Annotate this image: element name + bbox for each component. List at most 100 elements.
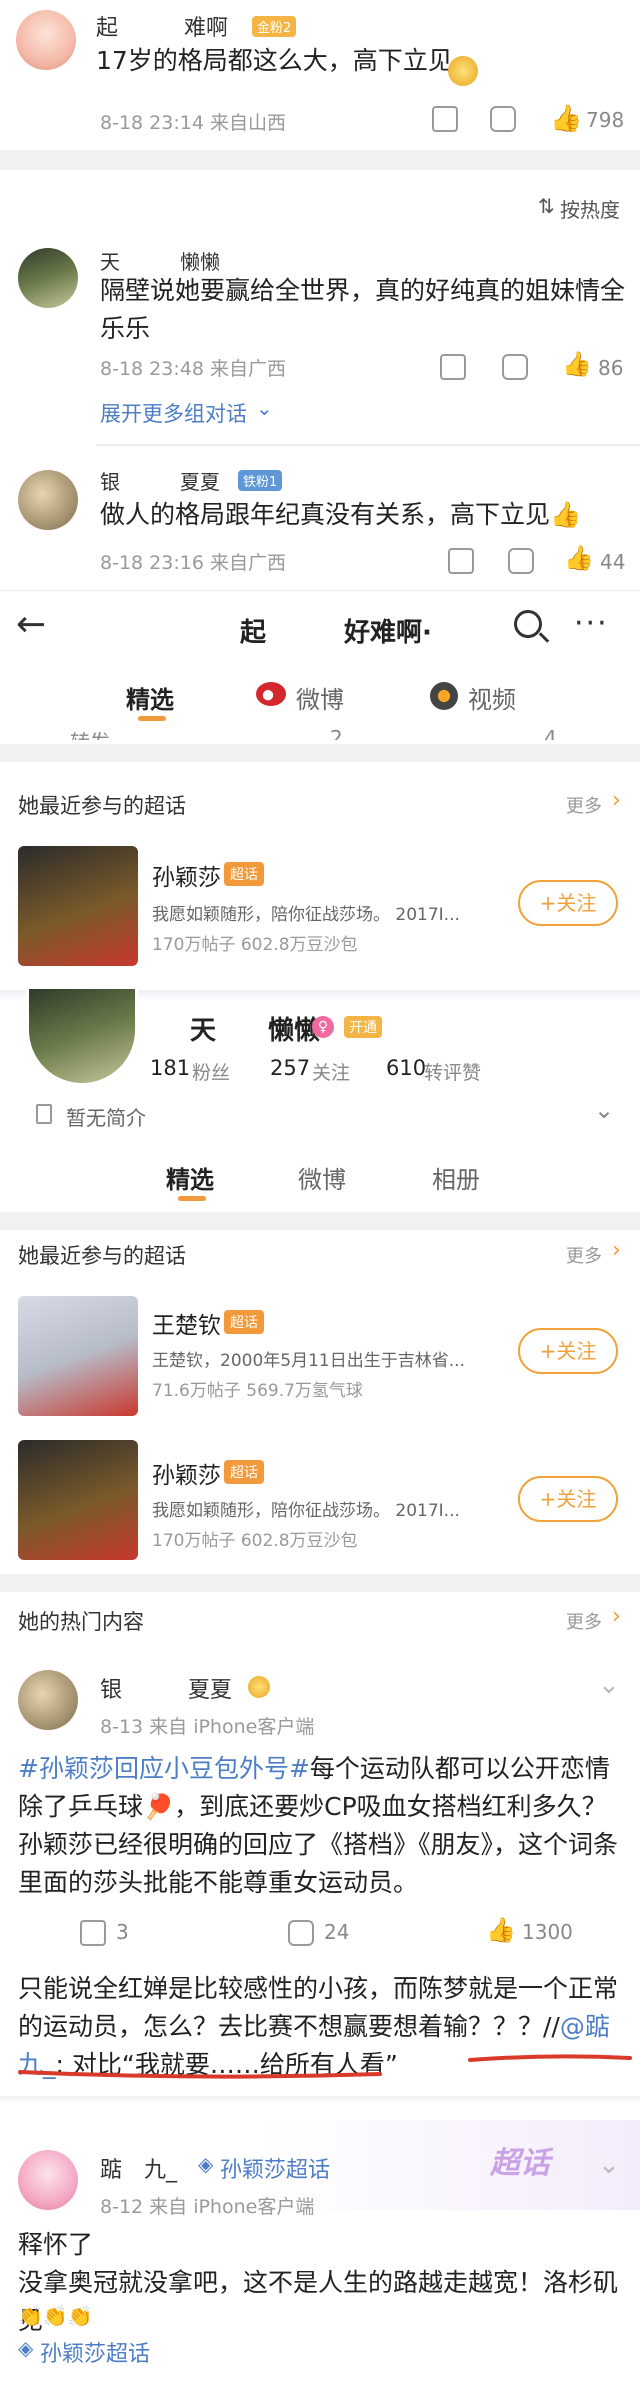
female-icon: ♀: [312, 1016, 334, 1038]
interactions-count[interactable]: 610: [386, 1056, 426, 1080]
avatar[interactable]: [18, 248, 78, 308]
comment-icon[interactable]: [490, 106, 516, 132]
avatar[interactable]: [16, 10, 76, 70]
gold-coin-icon: [448, 56, 478, 86]
tab-active-indicator: [178, 1196, 206, 1201]
interactions-label: 转评赞: [424, 1062, 482, 1084]
supertopic-link[interactable]: 孙颖莎超话: [40, 2336, 150, 2368]
topic-cover[interactable]: [18, 1296, 138, 1416]
gold-coin-icon: [248, 1676, 270, 1698]
like-icon[interactable]: 👍: [562, 350, 592, 378]
supertopic-icon: ◈: [198, 2152, 214, 2176]
repost-icon[interactable]: [80, 1920, 106, 1946]
red-underline: [18, 2054, 632, 2079]
chevron-down-icon[interactable]: ⌄: [598, 2150, 620, 2180]
follow-button[interactable]: +关注: [518, 880, 618, 926]
divider: [0, 744, 640, 762]
supertopic-link[interactable]: 孙颖莎超话: [220, 2152, 330, 2184]
more-link[interactable]: 更多: [566, 1242, 602, 1268]
like-icon[interactable]: 👍: [564, 544, 594, 572]
partial-repost: 转发: [70, 726, 110, 740]
tab-active-indicator: [138, 716, 166, 721]
vip-badge[interactable]: 开通: [344, 1016, 382, 1038]
topic-cover[interactable]: [18, 1440, 138, 1560]
post-text: #孙颖莎回应小豆包外号#每个运动队都可以公开恋情除了乒乓球🏓，到底还要炒CP吸血…: [18, 1750, 624, 1902]
post-line-1: 释怀了: [18, 2230, 94, 2259]
comment-icon[interactable]: [502, 354, 528, 380]
section-title: 她的热门内容: [18, 1610, 144, 1634]
divider: [0, 2096, 640, 2104]
share-icon[interactable]: [440, 354, 466, 380]
follow-button[interactable]: +关注: [518, 1328, 618, 1374]
more-link[interactable]: 更多: [566, 1608, 602, 1634]
comment-icon[interactable]: [508, 548, 534, 574]
hashtag-link[interactable]: #孙颖莎回应小豆包外号#: [18, 1754, 310, 1783]
topic-tag: 超话: [224, 1460, 264, 1484]
partial-likes: 4: [544, 726, 557, 740]
topic-name[interactable]: 孙颖莎: [152, 858, 221, 892]
tab-album[interactable]: 相册: [432, 1160, 480, 1195]
comment-text: 做人的格局跟年纪真没有关系，高下立见👍: [100, 500, 582, 529]
repost-count: 3: [116, 1920, 129, 1944]
like-count: 44: [600, 550, 626, 574]
topic-tag: 超话: [224, 862, 264, 886]
avatar[interactable]: [18, 2150, 78, 2210]
chevron-right-icon[interactable]: ›: [612, 1604, 621, 1629]
comment-text: 隔壁说她要赢给全世界，真的好纯真的姐妹情全乐乐: [100, 276, 626, 343]
divider: [0, 150, 640, 170]
like-icon[interactable]: 👍: [550, 104, 582, 134]
post-author[interactable]: 起 难啊: [96, 10, 228, 42]
quote-body: 只能说全红婵是比较感性的小孩，而陈梦就是一个正常的运动员，怎么？去比赛不想赢要想…: [18, 1974, 619, 2041]
tab-weibo[interactable]: 微博: [296, 680, 344, 715]
post-author[interactable]: 踮 九_: [100, 2152, 177, 2184]
avatar[interactable]: [26, 986, 138, 1086]
topic-stats: 170万帖子 602.8万豆沙包: [152, 1531, 358, 1551]
profile-name: 天 懒懒: [190, 1016, 321, 1046]
avatar[interactable]: [18, 1670, 78, 1730]
more-icon[interactable]: ···: [574, 606, 609, 641]
expand-replies-link[interactable]: 展开更多组对话: [100, 398, 247, 428]
avatar[interactable]: [18, 470, 78, 530]
chevron-down-icon[interactable]: ⌄: [598, 1670, 620, 1700]
like-count: 1300: [522, 1920, 573, 1944]
like-count: 798: [586, 108, 625, 132]
fans-count[interactable]: 181: [150, 1056, 190, 1080]
section-title: 她最近参与的超话: [18, 794, 186, 818]
share-icon[interactable]: [432, 106, 458, 132]
comment-author[interactable]: 银 夏夏: [100, 466, 220, 495]
back-arrow-icon[interactable]: ←: [16, 604, 46, 645]
topic-desc: 我愿如颖随形，陪你征战莎场。 2017I...: [152, 1501, 460, 1521]
topic-desc: 王楚钦，2000年5月11日出生于吉林省...: [152, 1351, 465, 1371]
divider: [0, 1574, 640, 1592]
divider: [96, 444, 640, 446]
more-link[interactable]: 更多: [566, 792, 602, 818]
topic-desc: 我愿如颖随形，陪你征战莎场。 2017I...: [152, 905, 460, 925]
topic-name[interactable]: 王楚钦: [152, 1306, 221, 1340]
section-title: 她最近参与的超话: [18, 1244, 186, 1268]
comment-icon[interactable]: [288, 1920, 314, 1946]
comment-meta: 8-18 23:48 来自广西: [100, 358, 286, 380]
profile-title: 起 好难啊·: [240, 618, 432, 648]
like-icon[interactable]: 👍: [486, 1916, 516, 1944]
share-icon[interactable]: [448, 548, 474, 574]
tab-featured[interactable]: 精选: [166, 1160, 214, 1195]
chevron-right-icon[interactable]: ›: [612, 788, 621, 813]
weibo-logo-icon: [256, 682, 286, 706]
following-label: 关注: [312, 1062, 351, 1084]
topic-cover[interactable]: [18, 846, 138, 966]
post-text: 17岁的格局都这么大，高下立见: [96, 46, 453, 75]
comment-author[interactable]: 天 懒懒: [100, 246, 220, 275]
post-author[interactable]: 银 夏夏: [100, 1672, 232, 1704]
chevron-down-icon[interactable]: ⌄: [256, 396, 273, 420]
follow-button[interactable]: +关注: [518, 1476, 618, 1522]
tab-featured[interactable]: 精选: [126, 680, 174, 715]
tab-video[interactable]: 视频: [468, 680, 516, 715]
following-count[interactable]: 257: [270, 1056, 310, 1080]
sort-label[interactable]: 按热度: [560, 194, 620, 223]
chevron-down-icon[interactable]: ⌄: [594, 1096, 614, 1124]
tab-weibo[interactable]: 微博: [298, 1160, 346, 1195]
topic-name[interactable]: 孙颖莎: [152, 1456, 221, 1490]
sort-icon[interactable]: ⇅: [538, 194, 555, 218]
fan-badge: 金粉2: [252, 16, 297, 37]
chevron-right-icon[interactable]: ›: [612, 1238, 621, 1263]
